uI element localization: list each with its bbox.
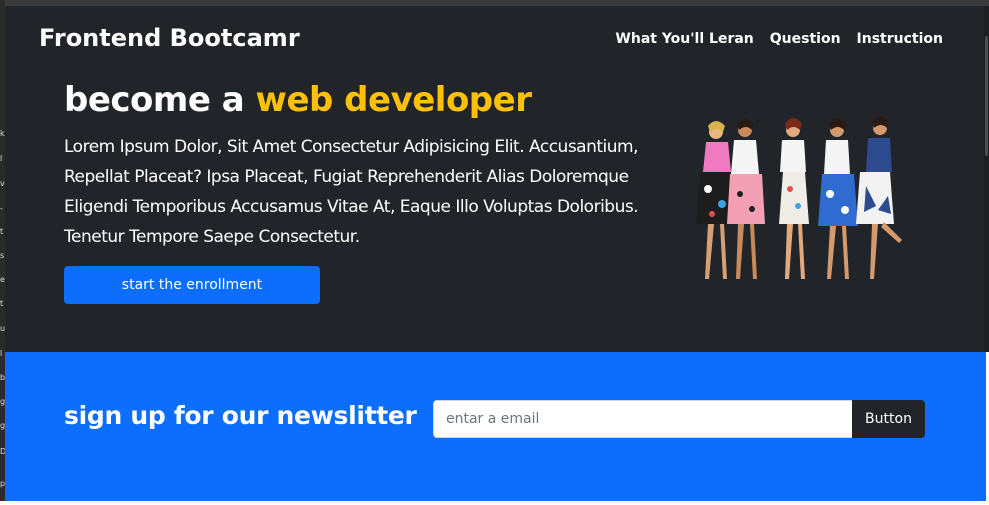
scrollbar-thumb[interactable] <box>985 36 988 156</box>
newsletter-submit-button[interactable]: Button <box>852 400 925 438</box>
email-input[interactable] <box>433 400 852 438</box>
nav-link-instruction[interactable]: Instruction <box>857 31 943 47</box>
navbar-links: What You'll Leran Question Instruction <box>615 31 943 47</box>
headline-accent: web developer <box>255 80 532 120</box>
hero-illustration <box>696 116 902 279</box>
figure-5 <box>856 116 902 279</box>
start-enrollment-button[interactable]: start the enrollment <box>64 266 320 304</box>
nav-link-question[interactable]: Question <box>770 31 841 47</box>
browser-viewport: k l v - t s e t u l b g g D p Frontend B… <box>0 0 989 505</box>
hero-description: Lorem Ipsum Dolor, Sit Amet Consectetur … <box>64 137 639 247</box>
headline-prefix: become a <box>64 80 245 120</box>
figure-3 <box>779 118 809 279</box>
hero-headline: become a web developer <box>64 80 532 120</box>
navbar-brand[interactable]: Frontend Bootcamr <box>39 24 300 52</box>
page-bottom-edge <box>0 501 989 505</box>
scrollbar[interactable] <box>984 6 989 352</box>
newsletter-title: sign up for our newslitter <box>64 401 417 430</box>
figure-2 <box>727 119 765 279</box>
nav-link-what-youll-learn[interactable]: What You'll Leran <box>615 31 753 47</box>
figure-4 <box>818 118 858 279</box>
